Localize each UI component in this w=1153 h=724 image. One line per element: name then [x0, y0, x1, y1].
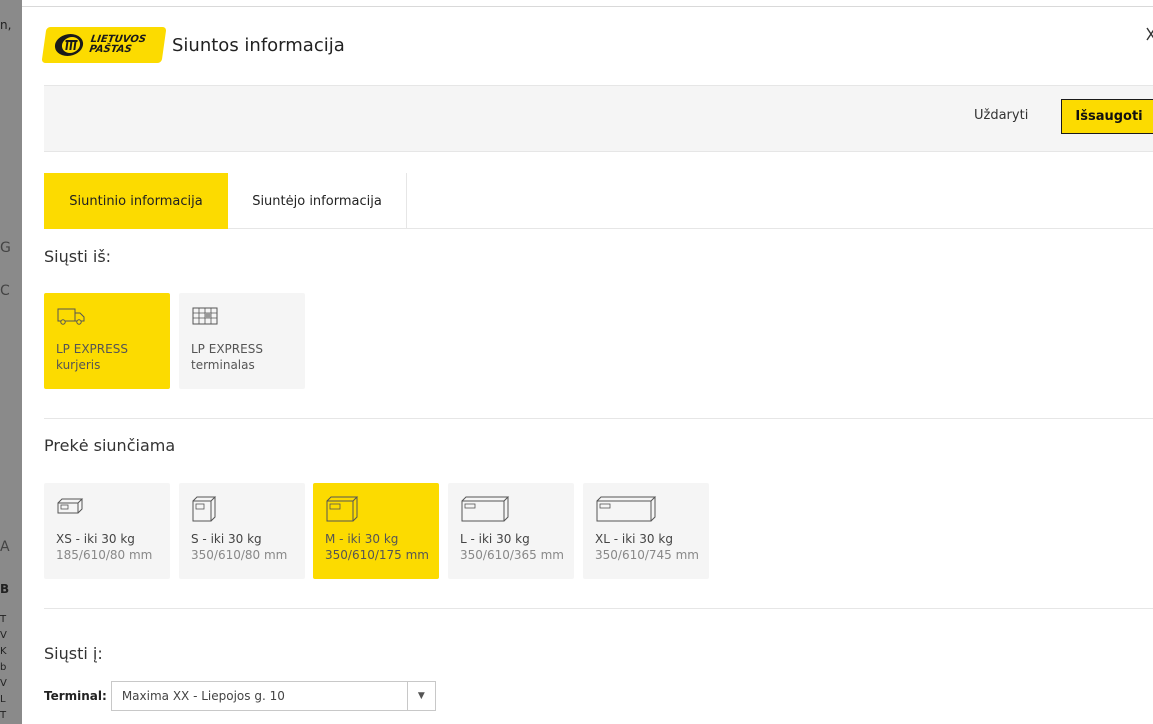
background-page: n, G C A B T V K b V L T: [0, 0, 22, 724]
size-title: L - iki 30 kg: [460, 532, 530, 546]
modal-title: Siuntos informacija: [172, 35, 345, 56]
background-text: K: [0, 646, 7, 657]
size-title: S - iki 30 kg: [191, 532, 262, 546]
background-text: A: [0, 539, 10, 555]
size-option-s[interactable]: S - iki 30 kg 350/610/80 mm: [179, 483, 305, 579]
send-from-heading: Siųsti iš:: [44, 247, 112, 266]
size-title: M - iki 30 kg: [325, 532, 399, 546]
send-from-terminal-option[interactable]: LP EXPRESS terminalas: [179, 293, 305, 389]
shipment-info-modal: LIETUVOS PAŠTAS Siuntos informacija Užda…: [22, 6, 1153, 724]
tab-sender-info[interactable]: Siuntėjo informacija: [228, 173, 407, 229]
background-text: V: [0, 678, 7, 689]
size-title: XL - iki 30 kg: [595, 532, 673, 546]
modal-toolbar: Uždaryti Išsaugoti: [44, 85, 1153, 152]
option-subtitle: terminalas: [191, 358, 255, 372]
modal-header: LIETUVOS PAŠTAS Siuntos informacija: [22, 7, 1153, 85]
box-icon: [326, 496, 359, 522]
size-dimensions: 185/610/80 mm: [56, 548, 153, 562]
option-subtitle: kurjeris: [56, 358, 101, 372]
send-to-heading: Siųsti į:: [44, 644, 103, 663]
size-option-xs[interactable]: XS - iki 30 kg 185/610/80 mm: [44, 483, 170, 579]
option-title: LP EXPRESS: [56, 342, 128, 356]
divider: [44, 608, 1153, 609]
size-dimensions: 350/610/365 mm: [460, 548, 564, 562]
option-title: LP EXPRESS: [191, 342, 263, 356]
item-sent-heading: Prekė siunčiama: [44, 436, 176, 455]
size-option-xl[interactable]: XL - iki 30 kg 350/610/745 mm: [583, 483, 709, 579]
divider: [44, 418, 1153, 419]
size-option-l[interactable]: L - iki 30 kg 350/610/365 mm: [448, 483, 574, 579]
post-horn-icon: [54, 34, 84, 56]
background-text: L: [0, 694, 6, 705]
close-icon[interactable]: [1146, 25, 1153, 46]
logo-text-line2: PAŠTAS: [88, 44, 133, 55]
save-button[interactable]: Išsaugoti: [1061, 99, 1153, 134]
background-text: V: [0, 630, 7, 641]
size-dimensions: 350/610/745 mm: [595, 548, 699, 562]
size-option-m[interactable]: M - iki 30 kg 350/610/175 mm: [313, 483, 439, 579]
box-icon: [192, 496, 217, 522]
background-text: n,: [0, 18, 12, 32]
terminal-selected-value: Maxima XX - Liepojos g. 10: [121, 689, 285, 703]
size-title: XS - iki 30 kg: [56, 532, 135, 546]
tab-parcel-info[interactable]: Siuntinio informacija: [44, 173, 228, 229]
close-button[interactable]: Uždaryti: [974, 108, 1028, 123]
background-text: T: [0, 710, 7, 721]
background-text: C: [0, 283, 10, 299]
size-dimensions: 350/610/80 mm: [191, 548, 288, 562]
background-text: T: [0, 614, 7, 625]
background-text: B: [0, 582, 10, 596]
background-text: G: [0, 240, 11, 256]
background-text: b: [0, 662, 7, 673]
terminal-label: Terminal:: [44, 689, 107, 703]
tab-bar: Siuntinio informacija Siuntėjo informaci…: [44, 173, 1153, 229]
van-icon: [57, 308, 85, 325]
terminal-select[interactable]: Maxima XX - Liepojos g. 10 ▼: [110, 681, 436, 711]
chevron-down-icon[interactable]: ▼: [406, 682, 435, 710]
size-dimensions: 350/610/175 mm: [325, 548, 429, 562]
box-icon: [461, 496, 510, 522]
parcel-locker-icon: [192, 307, 218, 325]
box-icon: [57, 498, 84, 514]
terminal-row: Terminal: Maxima XX - Liepojos g. 10 ▼: [44, 681, 436, 711]
lietuvos-pastas-logo: LIETUVOS PAŠTAS: [41, 27, 167, 63]
box-icon: [596, 496, 657, 522]
send-from-courier-option[interactable]: LP EXPRESS kurjeris: [44, 293, 170, 389]
